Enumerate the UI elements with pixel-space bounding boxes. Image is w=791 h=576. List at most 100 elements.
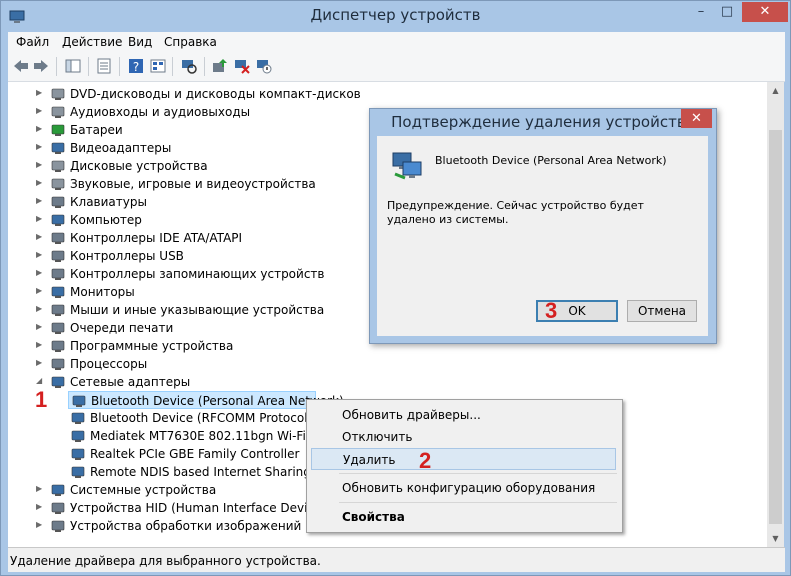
tree-item-label: Контроллеры USB — [70, 249, 184, 263]
expand-arrow-icon[interactable]: ▶ — [36, 502, 46, 512]
expand-arrow-icon[interactable]: ▶ — [36, 520, 46, 530]
properties-icon[interactable] — [95, 57, 113, 75]
expand-arrow-icon[interactable]: ▶ — [36, 124, 46, 134]
tree-item-label: Устройства обработки изображений — [70, 519, 302, 533]
cancel-button[interactable]: Отмена — [627, 300, 697, 322]
menu-help[interactable]: Справка — [164, 35, 217, 49]
network-adapter-icon — [51, 376, 65, 388]
toolbar-separator — [172, 57, 173, 76]
title-bar[interactable]: Диспетчер устройств – □ ✕ — [1, 1, 790, 32]
show-hide-console-tree-icon[interactable] — [64, 57, 82, 75]
tree-item-label: Remote NDIS based Internet Sharing Devi — [90, 465, 342, 479]
vertical-scrollbar[interactable]: ▲ ▼ — [767, 82, 784, 547]
expand-arrow-icon[interactable]: ▶ — [36, 286, 46, 296]
back-icon[interactable] — [12, 57, 30, 75]
annotation-step-2: 2 — [419, 448, 432, 473]
expand-arrow-icon[interactable]: ▶ — [36, 268, 46, 278]
menu-separator — [339, 473, 617, 474]
tree-item-label: Аудиовходы и аудиовыходы — [70, 105, 251, 119]
mouse-icon — [51, 304, 65, 316]
menu-update-drivers[interactable]: Обновить драйверы... — [311, 404, 616, 426]
disable-icon[interactable] — [255, 57, 273, 75]
menu-uninstall[interactable]: Удалить — [311, 448, 616, 470]
tree-item-label: Realtek PCIe GBE Family Controller — [90, 447, 300, 461]
menu-disable[interactable]: Отключить — [311, 426, 616, 448]
network-adapter-icon — [71, 448, 85, 460]
help-icon[interactable]: ? — [127, 57, 145, 75]
menu-view[interactable]: Вид — [128, 35, 152, 49]
expand-arrow-icon[interactable]: ▶ — [36, 142, 46, 152]
tree-item-label: Процессоры — [70, 357, 148, 371]
network-adapter-icon — [71, 412, 85, 424]
expand-arrow-icon[interactable]: ▶ — [36, 106, 46, 116]
tree-item-label: Мониторы — [70, 285, 135, 299]
tree-item-label: Сетевые адаптеры — [70, 375, 191, 389]
tree-item-label: Устройства HID (Human Interface Devices) — [70, 501, 333, 515]
tree-item-label: Звуковые, игровые и видеоустройства — [70, 177, 316, 191]
scan-hardware-icon[interactable] — [180, 57, 198, 75]
view-icon[interactable] — [149, 57, 167, 75]
toolbar-separator — [204, 57, 205, 76]
menu-item-label: Удалить — [343, 453, 396, 467]
expand-arrow-icon[interactable]: ▶ — [36, 214, 46, 224]
menu-properties[interactable]: Свойства — [311, 506, 616, 528]
expand-arrow-icon[interactable]: ▶ — [36, 304, 46, 314]
system-device-icon — [51, 484, 65, 496]
svg-text:?: ? — [133, 60, 139, 74]
uninstall-icon[interactable] — [233, 57, 251, 75]
imaging-icon — [51, 520, 65, 532]
keyboard-icon — [51, 196, 65, 208]
tree-item-label: Видеоадаптеры — [70, 141, 172, 155]
software-device-icon — [51, 340, 65, 352]
collapse-arrow-icon[interactable]: ◢ — [36, 376, 46, 386]
toolbar: ? — [8, 52, 785, 82]
confirm-uninstall-dialog: Подтверждение удаления устройства ✕ Blue… — [369, 108, 717, 344]
maximize-button[interactable]: □ — [714, 2, 740, 22]
hid-icon — [51, 502, 65, 514]
network-adapter-icon — [72, 395, 86, 407]
expand-arrow-icon[interactable]: ▶ — [36, 232, 46, 242]
tree-item-label: Контроллеры запоминающих устройств — [70, 267, 325, 281]
dialog-warning-text: Предупреждение. Сейчас устройство будет … — [387, 199, 644, 226]
menu-item-label: Отключить — [342, 430, 413, 444]
display-adapter-icon — [51, 142, 65, 154]
expand-arrow-icon[interactable]: ▶ — [36, 340, 46, 350]
network-adapter-icon — [392, 152, 422, 180]
expand-arrow-icon[interactable]: ▶ — [36, 160, 46, 170]
tree-node[interactable]: ▶ Процессоры — [8, 355, 767, 373]
expand-arrow-icon[interactable]: ▶ — [36, 196, 46, 206]
tree-item-label: Системные устройства — [70, 483, 217, 497]
tree-leaf-selected[interactable]: Bluetooth Device (Personal Area Network) — [68, 391, 344, 409]
dialog-close-button[interactable]: ✕ — [681, 109, 712, 128]
scroll-thumb[interactable] — [769, 130, 782, 524]
tree-item-label: DVD-дисководы и дисководы компакт-дисков — [70, 87, 361, 101]
menu-action[interactable]: Действие — [62, 35, 122, 49]
expand-arrow-icon[interactable]: ▶ — [36, 322, 46, 332]
audio-icon — [51, 106, 65, 118]
expand-arrow-icon[interactable]: ▶ — [36, 484, 46, 494]
scroll-down-icon[interactable]: ▼ — [767, 530, 784, 547]
expand-arrow-icon[interactable]: ▶ — [36, 178, 46, 188]
tree-node[interactable]: ▶ DVD-дисководы и дисководы компакт-диско… — [8, 85, 767, 103]
menu-file[interactable]: Файл — [16, 35, 49, 49]
annotation-step-3: 3 — [545, 298, 558, 323]
menu-scan-hardware[interactable]: Обновить конфигурацию оборудования — [311, 477, 616, 499]
expand-arrow-icon[interactable]: ▶ — [36, 88, 46, 98]
dialog-device-name: Bluetooth Device (Personal Area Network) — [435, 154, 667, 167]
menu-item-label: Обновить конфигурацию оборудования — [342, 481, 596, 495]
minimize-button[interactable]: – — [688, 2, 714, 22]
expand-arrow-icon[interactable]: ▶ — [36, 250, 46, 260]
disk-drive-icon — [51, 160, 65, 172]
tree-item-label: Клавиатуры — [70, 195, 147, 209]
forward-icon[interactable] — [32, 57, 50, 75]
expand-arrow-icon[interactable]: ▶ — [36, 358, 46, 368]
dialog-body: Bluetooth Device (Personal Area Network)… — [377, 136, 708, 336]
context-menu: Обновить драйверы... Отключить Удалить О… — [306, 399, 623, 533]
update-driver-icon[interactable] — [211, 57, 229, 75]
close-button[interactable]: ✕ — [742, 2, 788, 22]
menu-bar: Файл Действие Вид Справка — [8, 32, 785, 52]
tree-node[interactable]: ◢ Сетевые адаптеры — [8, 373, 767, 391]
storage-controller-icon — [51, 268, 65, 280]
toolbar-separator — [56, 57, 57, 76]
scroll-up-icon[interactable]: ▲ — [767, 82, 784, 99]
